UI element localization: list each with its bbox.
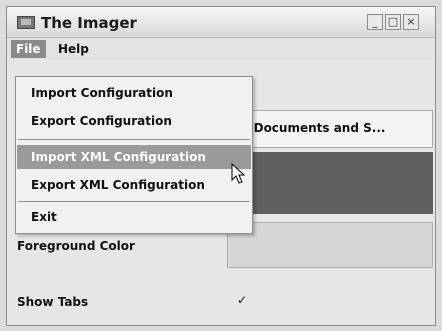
menu-item-export-xml-configuration[interactable]: Export XML Configuration — [17, 173, 251, 197]
menu-item-exit[interactable]: Exit — [17, 205, 251, 229]
file-menu-dropdown: Import Configuration Export Configuratio… — [15, 76, 253, 234]
menu-item-import-configuration[interactable]: Import Configuration — [17, 81, 251, 105]
window-title: The Imager — [41, 14, 137, 32]
maximize-button[interactable]: □ — [385, 14, 401, 30]
path-field[interactable]: C:Documents and S... — [227, 110, 433, 148]
menu-separator — [18, 201, 250, 202]
close-button[interactable]: × — [403, 14, 419, 30]
menu-item-import-xml-configuration[interactable]: Import XML Configuration — [17, 145, 251, 169]
foreground-color-label: Foreground Color — [17, 239, 135, 253]
menu-file[interactable]: File — [11, 40, 46, 58]
show-tabs-label: Show Tabs — [17, 295, 89, 309]
app-icon — [17, 16, 35, 29]
menu-separator — [18, 139, 250, 140]
foreground-color-swatch[interactable] — [227, 222, 433, 268]
show-tabs-checkbox[interactable]: ✓ — [235, 293, 249, 307]
minimize-button[interactable]: _ — [367, 14, 383, 30]
menu-bar: File Help — [7, 38, 435, 60]
mouse-pointer-icon — [231, 163, 245, 184]
menu-item-export-configuration[interactable]: Export Configuration — [17, 109, 251, 133]
app-window: The Imager _ □ × File Help C:Documents a… — [6, 6, 436, 326]
title-bar[interactable]: The Imager _ □ × — [7, 7, 435, 38]
menu-help[interactable]: Help — [53, 40, 94, 58]
